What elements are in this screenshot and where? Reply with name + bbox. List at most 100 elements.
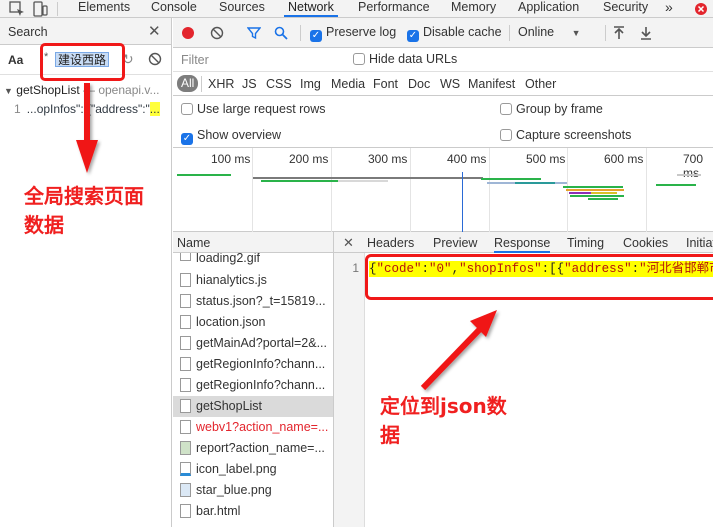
request-row[interactable]: location.json	[173, 312, 333, 333]
tab-response[interactable]: Response	[494, 236, 551, 253]
grid-line	[410, 148, 411, 232]
type-filter-js[interactable]: JS	[242, 77, 257, 91]
disable-cache-checkbox[interactable]: Disable cache	[407, 25, 502, 42]
preserve-log-label: Preserve log	[326, 25, 397, 39]
request-row[interactable]: getMainAd?portal=2&...	[173, 333, 333, 354]
type-filter-all[interactable]: All	[177, 75, 199, 92]
grid-line	[252, 148, 253, 232]
network-overview[interactable]: 100 ms 200 ms 300 ms 400 ms 500 ms 600 m…	[173, 148, 713, 232]
show-overview-checkbox[interactable]: Show overview	[181, 128, 281, 145]
tab-preview[interactable]: Preview	[433, 236, 477, 250]
tab-console[interactable]: Console	[147, 0, 201, 17]
checkbox-unchecked-icon[interactable]	[353, 53, 365, 65]
preserve-log-checkbox[interactable]: Preserve log	[310, 25, 396, 42]
checkbox-unchecked-icon[interactable]	[500, 103, 512, 115]
type-filter-doc[interactable]: Doc	[408, 77, 430, 91]
timeline-tick: 200 ms	[289, 152, 329, 166]
hide-data-urls-checkbox[interactable]: Hide data URLs	[353, 52, 457, 66]
close-icon[interactable]: ✕	[148, 22, 161, 40]
annotation-line: 定位到json数	[380, 394, 507, 418]
type-filter-manifest[interactable]: Manifest	[468, 77, 515, 91]
checkbox-unchecked-icon[interactable]	[181, 103, 193, 115]
inspect-element-icon[interactable]	[9, 1, 25, 17]
filter-icon[interactable]	[247, 26, 261, 40]
large-rows-checkbox[interactable]: Use large request rows	[181, 102, 326, 116]
grid-line	[331, 148, 332, 232]
request-row[interactable]: star_blue.png	[173, 480, 333, 501]
checkbox-checked-icon[interactable]	[181, 133, 193, 145]
tab-application[interactable]: Application	[514, 0, 583, 17]
request-bar	[253, 177, 483, 179]
tab-network[interactable]: Network	[284, 0, 338, 17]
group-by-frame-checkbox[interactable]: Group by frame	[500, 102, 603, 116]
record-icon[interactable]	[181, 26, 195, 40]
file-icon	[180, 504, 191, 518]
clear-log-icon[interactable]	[210, 26, 224, 40]
close-icon[interactable]: ✕	[343, 235, 354, 251]
type-filter-other[interactable]: Other	[525, 77, 556, 91]
request-row[interactable]: icon_label.png	[173, 459, 333, 480]
checkbox-checked-icon[interactable]	[310, 30, 322, 42]
search-result-file[interactable]: ▼ getShopList — openapi.v...	[4, 83, 160, 97]
image-file-icon	[180, 483, 191, 497]
error-badge-icon[interactable]	[693, 1, 709, 17]
export-har-icon[interactable]	[640, 26, 652, 40]
tab-headers[interactable]: Headers	[367, 236, 414, 250]
request-row-selected[interactable]: getShopList	[173, 396, 333, 417]
annotation-box-response	[365, 254, 713, 300]
expand-arrow-icon[interactable]: ▼	[4, 86, 13, 96]
search-icon[interactable]	[274, 26, 288, 40]
type-filter-img[interactable]: Img	[300, 77, 321, 91]
timeline-tick: 300 ms	[368, 152, 408, 166]
tab-initiator[interactable]: Initiat	[686, 236, 713, 250]
tab-timing[interactable]: Timing	[567, 236, 604, 250]
request-name: loading2.gif	[196, 253, 260, 265]
column-header-name[interactable]: Name	[173, 232, 333, 253]
tab-performance[interactable]: Performance	[354, 0, 434, 17]
checkbox-checked-icon[interactable]	[407, 30, 419, 42]
tab-memory[interactable]: Memory	[447, 0, 500, 17]
checkbox-unchecked-icon[interactable]	[500, 129, 512, 141]
tab-elements[interactable]: Elements	[74, 0, 134, 17]
request-bar	[570, 195, 624, 197]
type-filter-font[interactable]: Font	[373, 77, 398, 91]
import-har-icon[interactable]	[613, 26, 625, 40]
clear-icon[interactable]	[148, 52, 162, 66]
network-toolbar: Preserve log Disable cache Online ▼	[173, 18, 713, 48]
file-icon	[180, 357, 191, 371]
request-row-error[interactable]: webv1?action_name=...	[173, 417, 333, 438]
request-name: bar.html	[196, 504, 241, 518]
search-result-match[interactable]: 1 ...opInfos":[{"address":"...	[14, 102, 160, 116]
request-bar	[677, 174, 701, 176]
request-row[interactable]: getRegionInfo?chann...	[173, 354, 333, 375]
capture-screenshots-checkbox[interactable]: Capture screenshots	[500, 128, 631, 142]
file-icon	[180, 420, 191, 434]
request-row[interactable]: loading2.gif	[173, 253, 333, 269]
annotation-line: 数据	[24, 213, 64, 237]
file-icon	[180, 273, 191, 287]
tab-sources[interactable]: Sources	[215, 0, 269, 17]
request-row[interactable]: status.json?_t=15819...	[173, 291, 333, 312]
search-result-highlight: ...	[149, 102, 160, 116]
request-row[interactable]: hianalytics.js	[173, 270, 333, 291]
device-toolbar-icon[interactable]	[32, 1, 48, 17]
request-row[interactable]: report?action_name=...	[173, 438, 333, 459]
timeline-tick: 600 ms	[604, 152, 644, 166]
search-result-source: — openapi.v...	[83, 83, 160, 97]
tab-cookies[interactable]: Cookies	[623, 236, 668, 250]
tab-security[interactable]: Security	[599, 0, 652, 17]
request-row[interactable]: bar.html	[173, 501, 333, 522]
match-case-button[interactable]: Aa	[8, 53, 23, 67]
type-filter-ws[interactable]: WS	[440, 77, 460, 91]
request-row[interactable]: getRegionInfo?chann...	[173, 375, 333, 396]
filter-input[interactable]: Filter	[181, 53, 209, 67]
request-bar	[569, 192, 591, 194]
type-filter-css[interactable]: CSS	[266, 77, 292, 91]
type-filter-media[interactable]: Media	[331, 77, 365, 91]
request-bar	[338, 180, 388, 182]
double-chevron-icon[interactable]: »	[661, 0, 677, 17]
options-row-2: Show overview Capture screenshots	[173, 122, 713, 148]
type-filter-xhr[interactable]: XHR	[208, 77, 234, 91]
request-name: status.json?_t=15819...	[196, 294, 326, 308]
throttle-select[interactable]: Online ▼	[518, 25, 581, 39]
